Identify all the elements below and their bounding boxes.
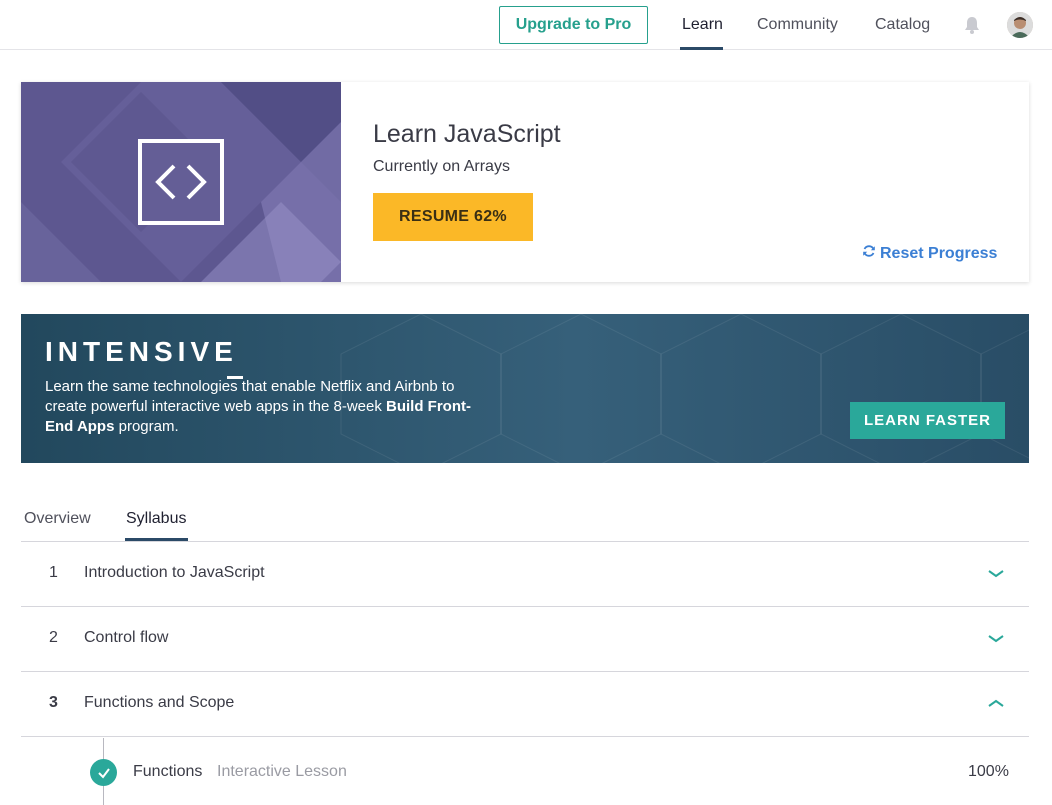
code-brackets-icon bbox=[138, 139, 224, 225]
syllabus-row-2[interactable]: 2 Control flow bbox=[21, 607, 1029, 672]
syllabus-number: 3 bbox=[49, 694, 58, 711]
current-lesson-text: Currently on Arrays bbox=[373, 158, 510, 175]
course-title: Learn JavaScript bbox=[373, 120, 561, 148]
tab-syllabus[interactable]: Syllabus bbox=[126, 510, 186, 528]
check-icon bbox=[90, 759, 117, 786]
learn-faster-button[interactable]: LEARN FASTER bbox=[850, 402, 1005, 439]
reset-progress-label: Reset Progress bbox=[880, 244, 998, 262]
syllabus-number: 2 bbox=[49, 629, 58, 646]
bell-icon[interactable] bbox=[962, 15, 982, 35]
refresh-icon bbox=[862, 244, 876, 263]
syllabus-number: 1 bbox=[49, 564, 58, 581]
reset-progress-link[interactable]: Reset Progress bbox=[862, 244, 997, 263]
course-card: Learn JavaScript Currently on Arrays RES… bbox=[21, 82, 1029, 282]
resume-button[interactable]: RESUME 62% bbox=[373, 193, 533, 241]
user-avatar[interactable] bbox=[1007, 12, 1033, 38]
chevron-down-icon[interactable] bbox=[987, 631, 1005, 643]
tab-active-indicator bbox=[125, 538, 188, 541]
syllabus-title: Control flow bbox=[84, 629, 169, 646]
tab-overview[interactable]: Overview bbox=[24, 510, 91, 528]
lesson-type: Interactive Lesson bbox=[217, 763, 347, 780]
course-tabs: Overview Syllabus bbox=[21, 500, 1029, 542]
lesson-title[interactable]: Functions bbox=[133, 763, 202, 781]
top-navigation: Upgrade to Pro Learn Community Catalog bbox=[0, 0, 1052, 50]
nav-catalog[interactable]: Catalog bbox=[875, 0, 930, 50]
banner-title: INTENSIVE bbox=[45, 336, 243, 379]
nav-learn[interactable]: Learn bbox=[682, 0, 723, 50]
banner-description: Learn the same technologies that enable … bbox=[45, 377, 485, 437]
nav-active-indicator bbox=[680, 47, 723, 50]
intensive-banner: INTENSIVE Learn the same technologies th… bbox=[21, 314, 1029, 463]
nav-community[interactable]: Community bbox=[757, 0, 838, 50]
syllabus-title: Introduction to JavaScript bbox=[84, 564, 265, 581]
syllabus-row-3[interactable]: 3 Functions and Scope bbox=[21, 672, 1029, 737]
chevron-up-icon[interactable] bbox=[987, 696, 1005, 708]
upgrade-to-pro-button[interactable]: Upgrade to Pro bbox=[499, 6, 648, 44]
course-hero-image bbox=[21, 82, 341, 282]
banner-text-part2: program. bbox=[114, 418, 179, 435]
syllabus-row-1[interactable]: 1 Introduction to JavaScript bbox=[21, 542, 1029, 607]
syllabus-title: Functions and Scope bbox=[84, 694, 235, 711]
chevron-down-icon[interactable] bbox=[987, 566, 1005, 578]
lesson-progress: 100% bbox=[968, 763, 1009, 780]
